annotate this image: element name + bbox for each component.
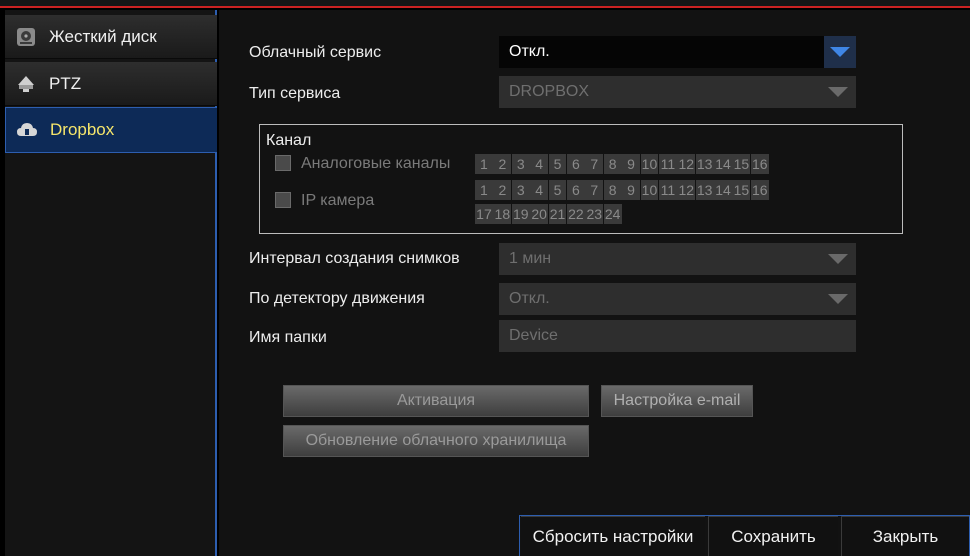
motion-detector-value: Откл. [509, 290, 550, 307]
analog-channels-label: Аналоговые каналы [301, 155, 451, 172]
activate-button[interactable]: Активация [283, 385, 589, 417]
analog-channel-list: 1 2 3 4 5 6 7 8 9 10 11 12 13 14 15 16 [475, 154, 769, 174]
cloud-update-button[interactable]: Обновление облачного хранилища [283, 425, 589, 457]
channel-number[interactable]: 6 [566, 154, 585, 174]
channel-number[interactable]: 9 [622, 180, 641, 200]
channel-number[interactable]: 6 [566, 180, 585, 200]
channel-group-title: Канал [266, 132, 312, 149]
analog-channels-checkbox[interactable] [275, 155, 291, 171]
sidebar: Жесткий диск PTZ Dropbox [5, 10, 217, 556]
sidebar-item-ptz[interactable]: PTZ [5, 62, 217, 106]
motion-detector-select[interactable]: Откл. [499, 283, 856, 315]
chevron-down-icon [828, 294, 848, 304]
cloud-service-label: Облачный сервис [249, 44, 382, 61]
folder-name-value: Device [509, 327, 558, 344]
channel-number[interactable]: 15 [732, 154, 751, 174]
channel-number[interactable]: 2 [493, 154, 512, 174]
channel-number[interactable]: 1 [475, 154, 493, 174]
service-type-value: DROPBOX [509, 83, 590, 100]
channel-number[interactable]: 22 [566, 204, 585, 224]
channel-number[interactable]: 24 [603, 204, 622, 224]
channel-number[interactable]: 7 [585, 154, 604, 174]
channel-number[interactable]: 9 [622, 154, 641, 174]
channel-number[interactable]: 21 [548, 204, 567, 224]
top-border [0, 0, 970, 8]
channel-number[interactable]: 8 [603, 180, 622, 200]
channel-number[interactable]: 12 [677, 180, 696, 200]
chevron-down-icon [828, 87, 848, 97]
channel-number[interactable]: 8 [603, 154, 622, 174]
ip-camera-checkbox[interactable] [275, 192, 291, 208]
channel-number[interactable]: 15 [732, 180, 751, 200]
motion-detector-label: По детектору движения [249, 290, 425, 307]
channel-number[interactable]: 16 [750, 180, 769, 200]
channel-number[interactable]: 23 [585, 204, 604, 224]
channel-number[interactable]: 12 [677, 154, 696, 174]
channel-number[interactable]: 4 [530, 154, 549, 174]
snapshot-interval-select[interactable]: 1 мин [499, 243, 856, 275]
channel-number[interactable]: 11 [658, 154, 677, 174]
email-settings-button[interactable]: Настройка e-mail [601, 385, 753, 417]
channel-number[interactable]: 10 [640, 180, 659, 200]
ptz-camera-icon [15, 73, 37, 95]
channel-number[interactable]: 14 [714, 180, 732, 200]
channel-number[interactable]: 5 [548, 180, 567, 200]
channel-number[interactable]: 13 [695, 180, 714, 200]
close-button[interactable]: Закрыть [841, 516, 969, 556]
channel-number[interactable]: 7 [585, 180, 604, 200]
sidebar-item-label: Жесткий диск [49, 26, 157, 46]
channel-number[interactable]: 5 [548, 154, 567, 174]
channel-number[interactable]: 16 [750, 154, 769, 174]
channel-number[interactable]: 2 [493, 180, 512, 200]
chevron-down-icon [830, 47, 850, 57]
channel-number[interactable]: 3 [511, 154, 530, 174]
folder-name-input[interactable]: Device [499, 320, 856, 352]
ip-channel-list-row-1: 1 2 3 4 5 6 7 8 9 10 11 12 13 14 15 16 [475, 180, 769, 200]
reset-settings-button[interactable]: Сбросить настройки [521, 516, 705, 556]
channel-number[interactable]: 13 [695, 154, 714, 174]
sidebar-item-dropbox[interactable]: Dropbox [5, 107, 217, 153]
channel-number[interactable]: 10 [640, 154, 659, 174]
chevron-down-icon [828, 254, 848, 264]
dropbox-settings-panel: Облачный сервис Откл. Тип сервиса DROPBO… [219, 10, 970, 556]
channel-number[interactable]: 17 [475, 204, 493, 224]
channel-number[interactable]: 11 [658, 180, 677, 200]
service-type-select[interactable]: DROPBOX [499, 76, 856, 108]
snapshot-interval-value: 1 мин [509, 250, 552, 267]
sidebar-item-label: Dropbox [50, 120, 115, 139]
channel-number[interactable]: 20 [530, 204, 549, 224]
snapshot-interval-label: Интервал создания снимков [249, 250, 460, 267]
cloud-icon [16, 119, 38, 141]
hard-disk-icon [15, 26, 37, 48]
channel-number[interactable]: 4 [530, 180, 549, 200]
save-button[interactable]: Сохранить [708, 516, 838, 556]
cloud-service-value: Откл. [509, 43, 550, 60]
ip-channel-list-row-2: 17 18 19 20 21 22 23 24 [475, 204, 622, 224]
channel-number[interactable]: 18 [493, 204, 512, 224]
cloud-service-select[interactable]: Откл. [499, 36, 856, 68]
channel-number[interactable]: 19 [511, 204, 530, 224]
folder-name-label: Имя папки [249, 329, 327, 346]
service-type-label: Тип сервиса [249, 85, 341, 102]
channel-number[interactable]: 3 [511, 180, 530, 200]
ip-camera-label: IP камера [301, 192, 375, 209]
channel-number[interactable]: 1 [475, 180, 493, 200]
sidebar-item-hard-disk[interactable]: Жесткий диск [5, 15, 217, 59]
sidebar-item-label: PTZ [49, 73, 82, 93]
channel-number[interactable]: 14 [714, 154, 732, 174]
